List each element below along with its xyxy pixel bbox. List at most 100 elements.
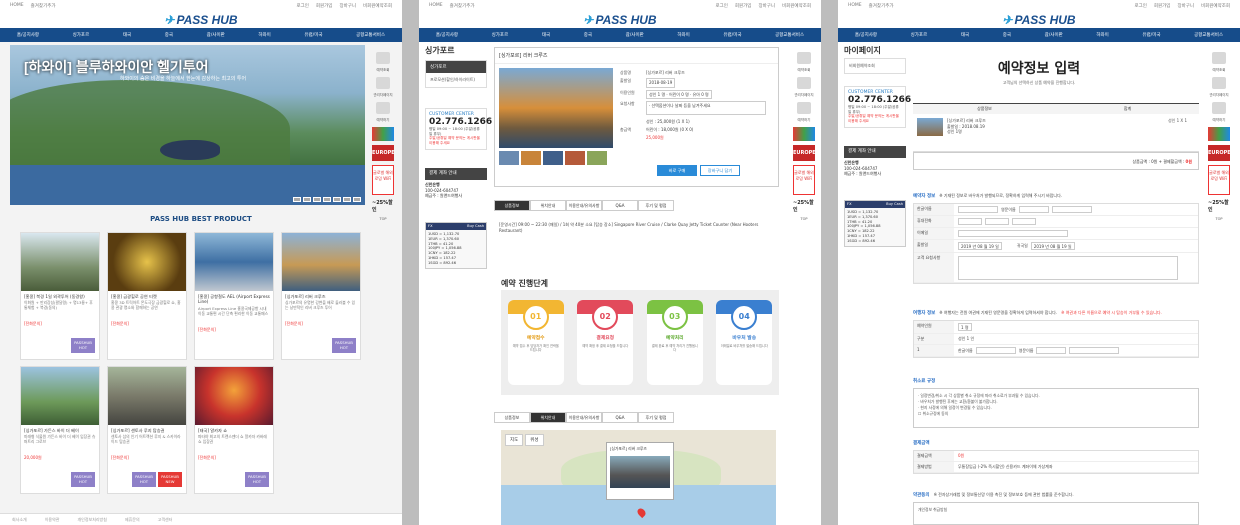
phone-1-input[interactable] — [958, 218, 982, 225]
nav-hawaii[interactable]: 하와이 — [258, 32, 270, 38]
privacy-box[interactable]: 개인정보 취급방침 — [913, 502, 1199, 525]
agree-checkbox[interactable]: ☐ — [918, 411, 921, 416]
traveler-form: 예약인원 1 명 구분 성인 1 인 1 한글이름 영문이름 — [913, 320, 1199, 358]
traveler-english-name-input[interactable] — [1069, 347, 1120, 354]
korean-name-input[interactable] — [958, 206, 998, 213]
step-card: 01 예약접수 예약 접수 후 담당자가 확인 연락을 드립니다 — [507, 300, 564, 385]
tab-info[interactable]: 상품정보 — [494, 200, 530, 211]
product-card[interactable]: [싱가포르] 센토사 루지 탑승권 센토사 섬의 인기 어트랙션 루지 & 스카이… — [107, 366, 187, 494]
nav-home[interactable]: 홈/공지사항 — [17, 32, 39, 38]
logo[interactable]: ✈ PASS HUB — [838, 11, 1240, 28]
buy-now-button[interactable]: 바로 구매 — [657, 165, 697, 176]
footer: 회사소개 이용약관 개인정보처리방침 제휴문의 고객센터 — [0, 513, 402, 525]
product-tabs-2: 상품정보 위치안내 이용안내/유의사항 Q&A 후기 및 평점 — [494, 412, 674, 423]
reservation-check-icon[interactable] — [1212, 52, 1226, 64]
traveler-count-select[interactable]: 1 명 — [958, 323, 972, 331]
satellite-button[interactable]: 위성 — [525, 434, 544, 446]
english-name-input[interactable] — [1051, 206, 1092, 213]
product-detail: [싱가포르] 리버 크루즈 상품명 [싱가포르] 리버 크루즈 출발일 2018-0… — [494, 47, 779, 187]
customer-request-textarea[interactable] — [958, 255, 1178, 280]
location-map[interactable]: 지도 위성 [싱가포르] 리버 크루즈 — [501, 430, 776, 525]
request-textarea[interactable]: · 선택옵션이나 날짜 등을 남겨주세요 — [646, 101, 766, 116]
section-traveler: 여행자 정보 ※ 여행자는 전원 여권에 기재된 영문명을 정확하게 입력하셔야 … — [913, 310, 1162, 316]
product-thumbnail — [917, 118, 943, 136]
tab-notice[interactable]: 이용안내/유의사항 — [566, 200, 602, 211]
product-image — [195, 367, 273, 425]
tab-review[interactable]: 후기 및 평점 — [638, 200, 674, 211]
payment-method-radios[interactable]: 무통장입금 (-2% 즉시할인) 신용카드 계좌이체 가상계좌 — [954, 462, 1057, 472]
europe-banner[interactable]: EUROPE — [372, 145, 395, 161]
date-input[interactable]: 2018-08-19 — [646, 77, 676, 88]
map-popup-image — [610, 456, 670, 488]
favorite-link[interactable]: 즐겨찾기추가 — [31, 3, 56, 9]
section-terms: 약관동의 ※ 전자상거래법 및 정보통신망 이용 촉진 및 정보보호 등에 관한 … — [913, 492, 1074, 498]
return-date-select[interactable]: 2019 년 08 월 19 일 — [1030, 242, 1075, 250]
product-image — [21, 233, 99, 291]
reservation-check-icon[interactable] — [797, 52, 811, 64]
hot-badge: PASSHUB HOT — [245, 472, 269, 487]
plane-icon: ✈ — [164, 12, 175, 27]
product-card[interactable]: [싱가포르] 가든스 바이 더 베이 미래형 식물원 가든스 바이 더 베이 입장… — [20, 366, 100, 494]
traveler-korean-name-input[interactable] — [975, 347, 1016, 354]
chat-icon[interactable] — [1212, 77, 1226, 89]
phone-2-input[interactable] — [985, 218, 1009, 225]
top-bar: HOME 즐겨찾기추가 로그인 회원가입 장바구니 비회원예약조회 — [0, 0, 402, 11]
logo[interactable]: ✈ PASS HUB — [0, 11, 402, 28]
product-card[interactable]: [싱가포르] 리버 크루즈 싱가포르의 유명한 강변을 배로 둘러볼 수 있는 낭… — [281, 232, 361, 360]
hot-badge: PASSHUB HOT — [332, 338, 356, 353]
bank-info: 결제 계좌 안내 신한은행 100-024-604747 예금주 : 원앤드여행사 — [425, 168, 487, 199]
login-link[interactable]: 로그인 — [296, 3, 308, 9]
main-nav: 홈/공지사항 싱가포르 태국 중국 괌/사이판 하와이 유럽/미국 공항교통서비스 — [838, 28, 1240, 42]
quick-sidebar: 예약조회 관리자페이지 예약하기 EUROPE 글로벌 해외로밍 WiFi ~2… — [372, 52, 395, 221]
tab-qna[interactable]: Q&A — [602, 200, 638, 211]
section-cancel-policy: 취소료 규정 — [913, 379, 936, 384]
thumbnail-list[interactable] — [499, 151, 607, 165]
logo[interactable]: ✈ PASS HUB — [419, 11, 821, 28]
pencil-icon[interactable] — [1212, 102, 1226, 114]
booking-form: 상품명 [싱가포르] 리버 크루즈 출발일 2018-08-19 이용인원 성인 1 … — [620, 70, 775, 143]
nav-china[interactable]: 중국 — [165, 32, 173, 38]
quick-sidebar: 예약조회 관리자페이지 예약하기 EUROPE 글로벌 해외로밍 WiFi ~2… — [793, 52, 816, 221]
departure-date-select[interactable]: 2019 년 08 월 19 일 — [958, 242, 1002, 250]
best-product-title: PASS HUB BEST PRODUCT — [150, 215, 252, 223]
product-image — [195, 233, 273, 291]
product-card[interactable]: [태국] 알카자 쇼 파타야 최고의 트랜스젠더 쇼 알카자 카바레 쇼 입장권[… — [194, 366, 274, 494]
cancel-policy-box[interactable]: · 일정변경/취소 시 각 상품별 취소 규정에 따라 취소료가 부과될 수 있… — [913, 388, 1199, 428]
slider-dots[interactable] — [293, 197, 361, 202]
nav-singapore[interactable]: 싱가포르 — [73, 32, 90, 38]
traveler-english-surname-input[interactable] — [1036, 347, 1067, 354]
cart-link[interactable]: 장바구니 — [339, 3, 356, 9]
product-detail-panel: HOME 즐겨찾기추가 로그인 회원가입 장바구니 비회원예약조회 ✈ PASS HUB … — [419, 0, 821, 525]
phone-3-input[interactable] — [1012, 218, 1036, 225]
product-card[interactable]: [홍콩] 공항철도 AEL (Airport Express Line) Airp… — [194, 232, 274, 360]
people-select[interactable]: 성인 1 명 · 어린이 0 명 · 유아 0 명 — [646, 89, 712, 100]
sns-banner[interactable] — [372, 127, 394, 141]
home-panel: HOME 즐겨찾기추가 로그인 회원가입 장바구니 비회원예약조회 ✈ PASS H… — [0, 0, 402, 525]
product-card[interactable]: [홍콩] 북경 1일 외곽투어 (동경왕) 이화원 + 만리장성(팔달령) + 명… — [20, 232, 100, 360]
hero-title: [하와이] 블루하와이안 헬기투어 — [24, 59, 209, 75]
add-to-cart-button[interactable]: 장바구니 담기 — [700, 165, 740, 176]
tab-location[interactable]: 위치안내 — [530, 200, 566, 211]
guest-reservation-link[interactable]: 비회원예약조회 — [363, 3, 392, 9]
chat-icon[interactable] — [376, 77, 390, 89]
wifi-banner[interactable]: 글로벌 해외로밍 WiFi — [372, 165, 394, 195]
email-input[interactable] — [958, 230, 1068, 237]
product-card[interactable]: [홍콩] 금광힐로 공연 티켓 홍콩 3D 트릭아트 몬도극장 금광힐로 쇼, 홍… — [107, 232, 187, 360]
reservation-panel: HOME 즐겨찾기추가 로그인 회원가입 장바구니 비회원예약조회 ✈ PASS HUB … — [838, 0, 1240, 525]
nav-europe[interactable]: 유럽/미국 — [304, 32, 322, 38]
nav-guam[interactable]: 괌/사이판 — [207, 32, 225, 38]
chat-icon[interactable] — [797, 77, 811, 89]
fx-rate-box: FX Buy Cash 1USD = 1,132.70 1EUR = 1,370.6… — [844, 200, 906, 247]
product-image — [21, 367, 99, 425]
map-button[interactable]: 지도 — [505, 434, 524, 446]
hero-banner[interactable]: [하와이] 블루하와이안 헬기투어 하와이의 숨은 비경을 하늘에서 한눈에 감… — [10, 45, 365, 205]
home-link[interactable]: HOME — [10, 3, 24, 9]
pencil-icon[interactable] — [376, 102, 390, 114]
english-surname-input[interactable] — [1018, 206, 1049, 213]
signup-link[interactable]: 회원가입 — [316, 3, 333, 9]
helicopter-image — [160, 140, 220, 160]
pencil-icon[interactable] — [797, 102, 811, 114]
nav-thailand[interactable]: 태국 — [123, 32, 131, 38]
nav-airport[interactable]: 공항교통서비스 — [356, 32, 385, 38]
reservation-check-icon[interactable] — [376, 52, 390, 64]
